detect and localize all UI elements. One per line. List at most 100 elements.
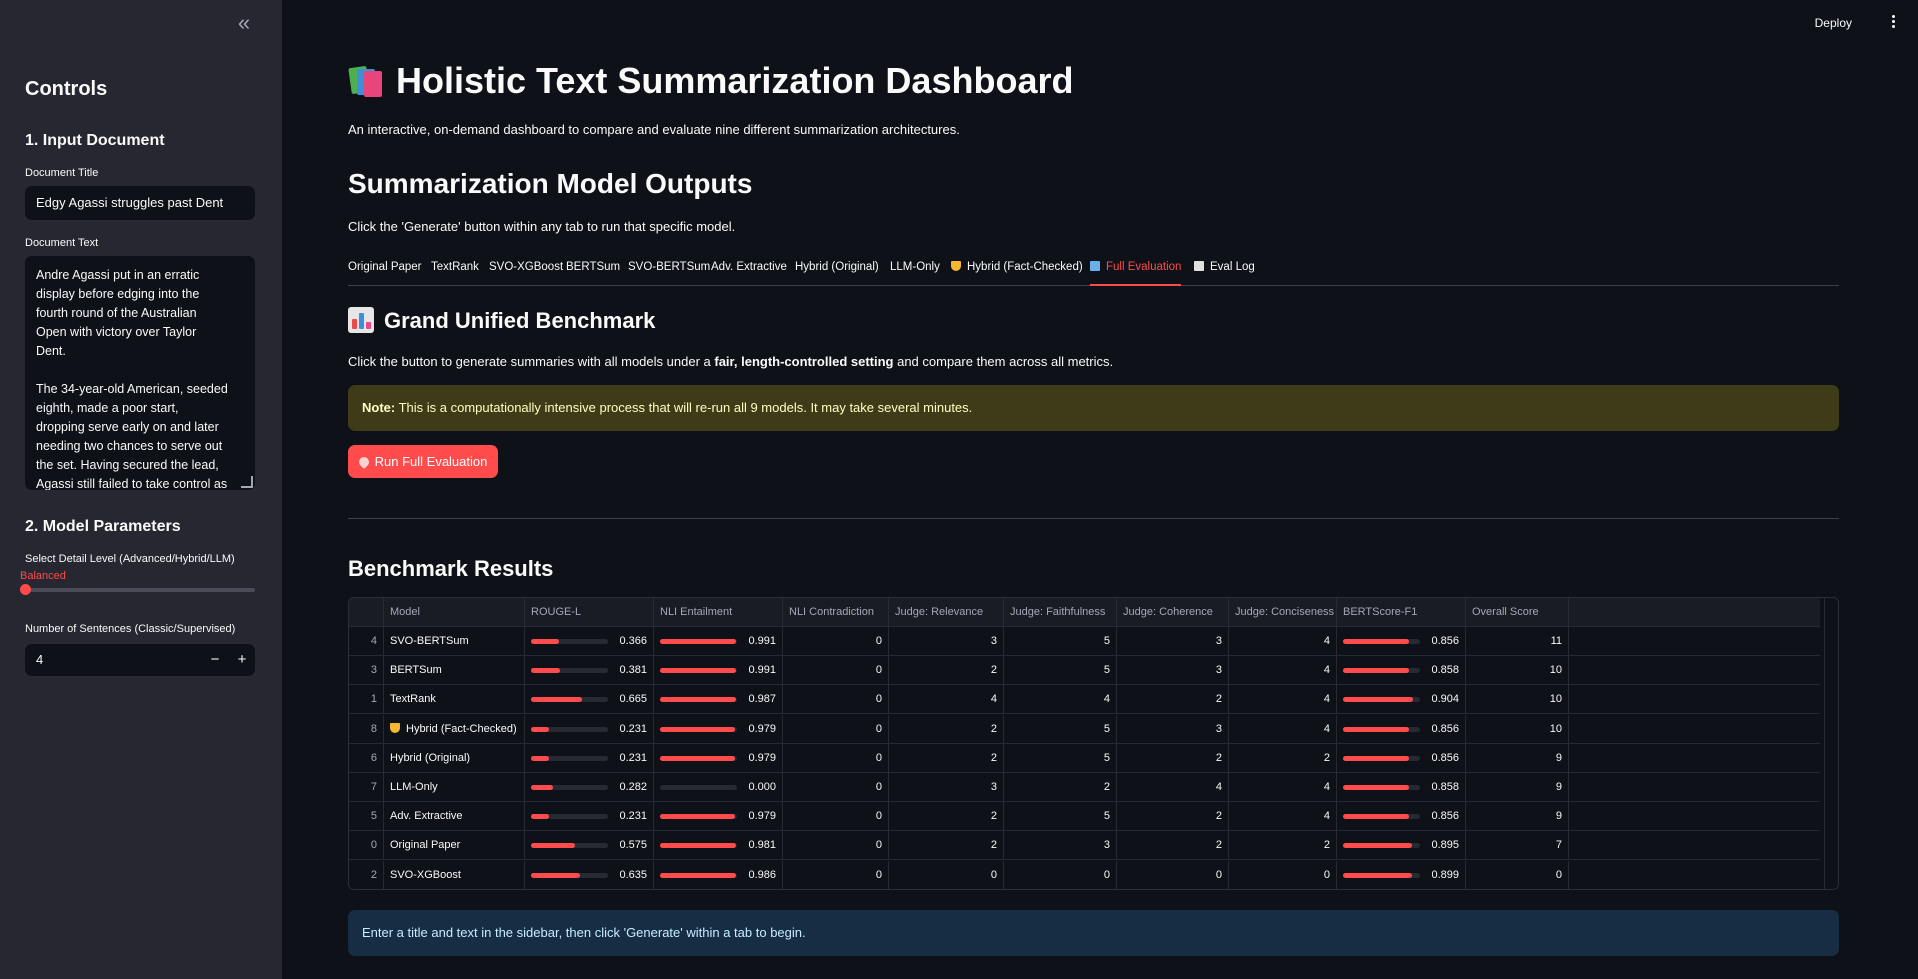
table-row[interactable]: 5 Adv. Extractive 0.231 0.979 0 2 5 2 4 0.856 9 [349, 802, 1820, 832]
benchmark-heading-text: Grand Unified Benchmark [384, 308, 656, 333]
table-row[interactable]: 4 SVO-BERTSum 0.366 0.991 0 3 5 3 4 0.856 11 [349, 627, 1820, 656]
table-row[interactable]: 6 Hybrid (Original) 0.231 0.979 0 2 5 2 2 0.856 9 [349, 743, 1820, 773]
overall-score-cell: 10 [1466, 685, 1569, 715]
model-name: BERTSum [384, 656, 525, 686]
bar-track [1343, 755, 1420, 761]
tab-llm-only[interactable]: LLM-Only [890, 258, 940, 286]
bar-value: 0.231 [619, 722, 647, 735]
bar-track [660, 785, 737, 790]
row-index: 8 [349, 714, 384, 744]
decrement-button[interactable]: − [202, 644, 228, 676]
increment-button[interactable]: + [229, 644, 255, 676]
bar-fill [1343, 726, 1409, 732]
bar-value: 0.987 [748, 693, 776, 706]
bar-value: 0.979 [748, 810, 776, 823]
num-sentences-value[interactable]: 4 [36, 644, 43, 676]
table-row[interactable]: 1 TextRank 0.665 0.987 0 4 4 2 4 0.904 10 [349, 685, 1820, 715]
model-tabs: Original Paper TextRank SVO-XGBoost BERT… [348, 258, 1839, 286]
tab-textrank[interactable]: TextRank [431, 258, 479, 286]
bar-track [531, 814, 608, 820]
bar-fill [1343, 697, 1413, 703]
column-header[interactable]: NLI Contradiction [783, 598, 889, 627]
bar-fill [1343, 843, 1412, 849]
bar-value: 0.635 [619, 868, 647, 881]
collapse-sidebar-icon[interactable]: « [232, 12, 256, 36]
nli-contradiction-cell: 0 [783, 743, 889, 773]
column-header[interactable] [349, 598, 384, 627]
rouge-l-cell: 0.381 [525, 656, 654, 686]
judge-conciseness-cell: 4 [1229, 627, 1337, 656]
bar-track [1343, 668, 1420, 674]
divider [348, 518, 1839, 519]
sidebar: « Controls 1. Input Document Document Ti… [0, 0, 282, 979]
kebab-menu-icon[interactable] [1888, 13, 1898, 33]
table-row[interactable]: 3 BERTSum 0.381 0.991 0 2 5 3 4 0.858 10 [349, 656, 1820, 686]
num-sentences-label: Number of Sentences (Classic/Supervised) [25, 623, 236, 635]
detail-level-value: Balanced [20, 570, 66, 582]
nli-contradiction-cell: 0 [783, 860, 889, 889]
run-full-evaluation-button[interactable]: Run Full Evaluation [348, 445, 498, 478]
column-header[interactable]: Judge: Coherence [1117, 598, 1229, 627]
benchmark-results-table[interactable]: Model ROUGE-L NLI Entailment NLI Contradict… [348, 597, 1839, 890]
section-model-parameters: 2. Model Parameters [25, 518, 181, 535]
tab-label: Eval Log [1210, 261, 1255, 273]
tab-label: Hybrid (Fact-Checked) [967, 261, 1083, 273]
judge-conciseness-cell: 2 [1229, 743, 1337, 773]
tab-eval-log[interactable]: Eval Log [1194, 258, 1255, 286]
row-index: 0 [349, 831, 384, 861]
bar-fill [660, 668, 737, 674]
bar-track [660, 697, 737, 703]
column-header[interactable]: ROUGE-L [525, 598, 654, 627]
bar-track [660, 726, 737, 732]
bar-track [1343, 872, 1420, 878]
detail-level-slider[interactable] [25, 588, 255, 592]
nli-contradiction-cell: 0 [783, 773, 889, 802]
bertscore-cell: 0.858 [1337, 773, 1466, 802]
tab-hybrid-fact-checked[interactable]: Hybrid (Fact-Checked) [951, 258, 1083, 286]
bar-value: 0.991 [748, 635, 776, 647]
bar-fill [1343, 872, 1413, 878]
table-row[interactable]: 8 Hybrid (Fact-Checked) 0.231 0.979 0 2 5 3 4 0.8… [349, 714, 1820, 744]
bar-value: 0.895 [1431, 839, 1459, 852]
tab-hybrid-original[interactable]: Hybrid (Original) [795, 258, 879, 286]
tab-original-paper[interactable]: Original Paper [348, 258, 422, 286]
document-text-label: Document Text [25, 237, 99, 249]
bertscore-cell: 0.904 [1337, 685, 1466, 715]
judge-coherence-cell: 3 [1117, 656, 1229, 686]
document-text-area[interactable]: Andre Agassi put in an erratic display b… [25, 256, 255, 490]
tab-svo-xgboost[interactable]: SVO-XGBoost [489, 258, 563, 286]
nli-entailment-cell: 0.979 [654, 802, 783, 832]
column-header[interactable]: Model [384, 598, 525, 627]
judge-relevance-cell: 2 [889, 831, 1004, 861]
tab-full-evaluation[interactable]: Full Evaluation [1090, 258, 1182, 286]
tab-svo-bertsum[interactable]: SVO-BERTSum [628, 258, 710, 286]
tab-bertsum[interactable]: BERTSum [566, 258, 620, 286]
column-header[interactable]: Judge: Relevance [889, 598, 1004, 627]
nli-contradiction-cell: 0 [783, 802, 889, 832]
resize-handle-icon[interactable] [241, 476, 253, 488]
column-header[interactable]: Overall Score [1466, 598, 1569, 627]
note-label: Note: [362, 400, 396, 415]
column-header[interactable]: BERTScore-F1 [1337, 598, 1466, 627]
table-row[interactable]: 7 LLM-Only 0.282 0.000 0 3 2 4 4 0.858 9 [349, 773, 1820, 802]
column-header[interactable]: Judge: Conciseness [1229, 598, 1337, 627]
bar-value: 0.904 [1431, 693, 1459, 706]
judge-faithfulness-cell: 0 [1004, 860, 1117, 889]
judge-faithfulness-cell: 2 [1004, 773, 1117, 802]
bar-fill [531, 726, 549, 732]
detail-level-slider-thumb[interactable] [20, 584, 31, 595]
table-row[interactable]: 2 SVO-XGBoost 0.635 0.986 0 0 0 0 0 0.899 0 [349, 860, 1820, 889]
column-header[interactable]: NLI Entailment [654, 598, 783, 627]
bar-fill [1343, 814, 1409, 820]
document-title-input[interactable]: Edgy Agassi struggles past Dent [25, 186, 255, 220]
column-header[interactable]: Judge: Faithfulness [1004, 598, 1117, 627]
judge-coherence-cell: 3 [1117, 714, 1229, 744]
benchmark-desc-post: and compare them across all metrics. [893, 354, 1114, 369]
tab-adv-extractive[interactable]: Adv. Extractive [711, 258, 787, 286]
row-index: 6 [349, 743, 384, 773]
num-sentences-input[interactable]: 4 − + [25, 644, 255, 676]
table-row[interactable]: 0 Original Paper 0.575 0.981 0 2 3 2 2 0.895 7 [349, 831, 1820, 861]
table-scrollbar[interactable] [1824, 598, 1838, 889]
judge-conciseness-cell: 4 [1229, 685, 1337, 715]
model-name: Hybrid (Fact-Checked) [384, 714, 525, 744]
